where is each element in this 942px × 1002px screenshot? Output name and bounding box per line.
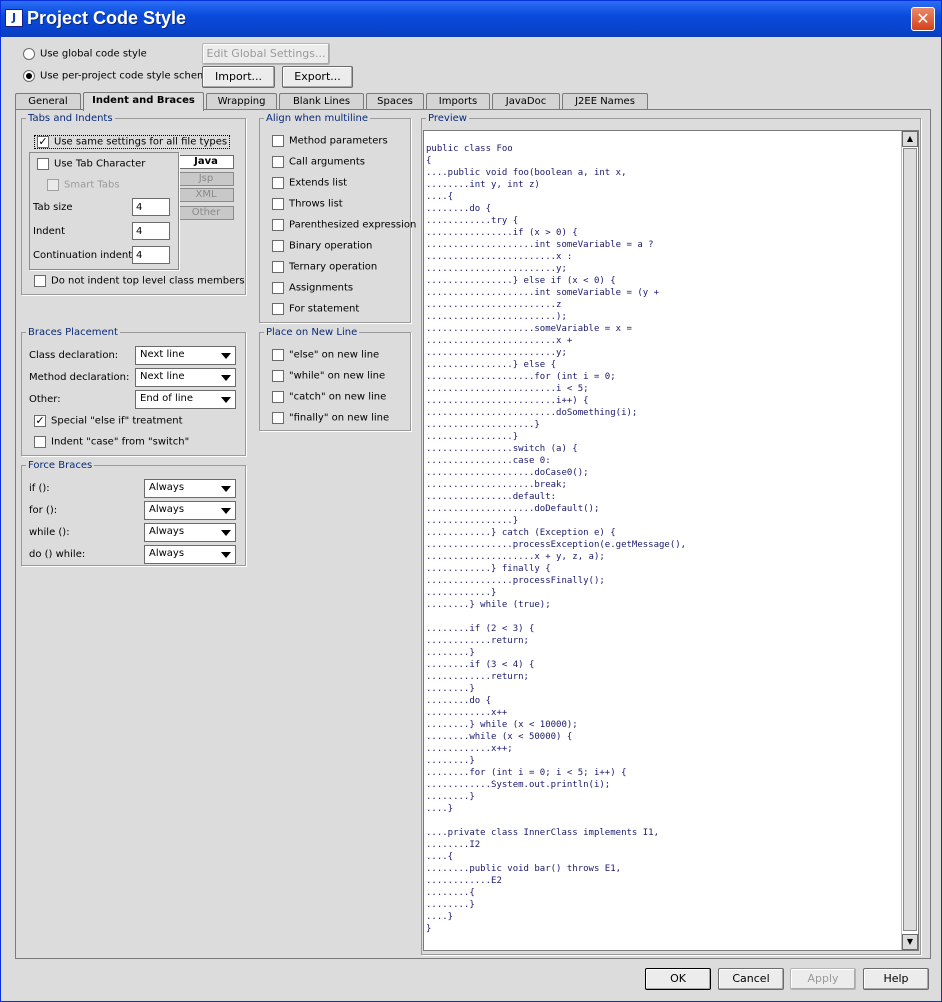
radio-global[interactable] (23, 48, 35, 60)
catch-new-line-checkbox[interactable]: "catch" on new line (272, 391, 386, 403)
project-code-style-dialog: J Project Code Style ✕ Use global code s… (0, 0, 942, 1002)
braces-placement-title: Braces Placement (28, 327, 118, 338)
same-settings-check[interactable]: ✓ (37, 136, 49, 148)
align-assignments-checkbox[interactable]: Assignments (272, 282, 353, 294)
scroll-up-icon[interactable]: ▲ (902, 131, 918, 147)
per-project-style-radio[interactable]: Use per-project code style scheme (23, 70, 213, 82)
continuation-indent-input[interactable] (132, 246, 170, 264)
finally-new-line-checkbox[interactable]: "finally" on new line (272, 412, 389, 424)
tab-size-input[interactable] (132, 198, 170, 216)
indent-label: Indent (33, 226, 66, 237)
align-for-statement-checkbox[interactable]: For statement (272, 303, 359, 315)
align-parenthesized-checkbox[interactable]: Parenthesized expression (272, 219, 416, 231)
chevron-down-icon (221, 375, 231, 381)
align-extends-list-checkbox[interactable]: Extends list (272, 177, 347, 189)
smart-tabs-check (47, 179, 59, 191)
if-label: if (): (29, 483, 50, 494)
tabs-and-indents-title: Tabs and Indents (28, 113, 113, 124)
filetype-tab-xml[interactable]: XML (178, 188, 234, 202)
window-title: Project Code Style (27, 8, 187, 28)
chevron-down-icon (221, 552, 231, 558)
chevron-down-icon (221, 353, 231, 359)
align-throws-list-checkbox[interactable]: Throws list (272, 198, 343, 210)
use-tab-character-check[interactable] (37, 158, 49, 170)
no-indent-top-level-check[interactable] (34, 275, 46, 287)
place-on-new-line-title: Place on New Line (266, 327, 358, 338)
special-else-if-check[interactable]: ✓ (34, 415, 46, 427)
close-button[interactable]: ✕ (911, 7, 935, 31)
force-while-select[interactable]: Always (144, 523, 236, 542)
app-icon: J (5, 9, 23, 27)
align-ternary-operation-checkbox[interactable]: Ternary operation (272, 261, 377, 273)
indent-case-check[interactable] (34, 436, 46, 448)
method-declaration-select[interactable]: Next line (135, 368, 236, 387)
filetype-tab-jsp[interactable]: Jsp (178, 172, 234, 186)
align-binary-operation-checkbox[interactable]: Binary operation (272, 240, 372, 252)
global-style-radio[interactable]: Use global code style (23, 48, 147, 60)
use-tab-character-checkbox[interactable]: Use Tab Character (37, 158, 145, 170)
same-settings-checkbox[interactable]: ✓ Use same settings for all file types (34, 135, 231, 149)
force-do-while-select[interactable]: Always (144, 545, 236, 564)
preview-scrollbar[interactable]: ▲ ▼ (901, 131, 918, 950)
apply-button[interactable]: Apply (790, 968, 856, 990)
tab-imports[interactable]: Imports (426, 93, 490, 110)
else-new-line-checkbox[interactable]: "else" on new line (272, 349, 379, 361)
preview-editor[interactable]: public class Foo { ....public void foo(b… (423, 130, 919, 951)
align-multiline-title: Align when multiline (266, 113, 369, 124)
other-label: Other: (29, 394, 61, 405)
class-declaration-label: Class declaration: (29, 350, 119, 361)
import-button[interactable]: Import... (202, 66, 275, 88)
while-label: while (): (29, 527, 70, 538)
special-else-if-checkbox[interactable]: ✓ Special "else if" treatment (34, 415, 183, 427)
indent-input[interactable] (132, 222, 170, 240)
other-braces-select[interactable]: End of line (135, 390, 236, 409)
chevron-down-icon (221, 486, 231, 492)
scroll-down-icon[interactable]: ▼ (902, 934, 918, 950)
method-declaration-label: Method declaration: (29, 372, 130, 383)
cancel-button[interactable]: Cancel (718, 968, 784, 990)
continuation-indent-label: Continuation indent (33, 250, 133, 261)
chevron-down-icon (221, 530, 231, 536)
tab-blank-lines[interactable]: Blank Lines (279, 93, 364, 110)
force-for-select[interactable]: Always (144, 501, 236, 520)
for-label: for (): (29, 505, 58, 516)
export-button[interactable]: Export... (282, 66, 353, 88)
indent-case-checkbox[interactable]: Indent "case" from "switch" (34, 436, 189, 448)
radio-per-project[interactable] (23, 70, 35, 82)
tab-general[interactable]: General (15, 93, 81, 110)
close-icon: ✕ (916, 9, 930, 28)
preview-title: Preview (428, 113, 467, 124)
edit-global-settings-button[interactable]: Edit Global Settings... (202, 43, 330, 65)
class-declaration-select[interactable]: Next line (135, 346, 236, 365)
scroll-thumb[interactable] (903, 148, 917, 931)
do-while-label: do () while: (29, 549, 86, 560)
force-braces-title: Force Braces (28, 460, 93, 471)
preview-code: public class Foo { ....public void foo(b… (426, 144, 687, 934)
no-indent-top-level-checkbox[interactable]: Do not indent top level class members (34, 275, 245, 287)
help-button[interactable]: Help (863, 968, 929, 990)
tab-spaces[interactable]: Spaces (366, 93, 424, 110)
force-if-select[interactable]: Always (144, 479, 236, 498)
tab-javadoc[interactable]: JavaDoc (492, 93, 560, 110)
align-call-arguments-checkbox[interactable]: Call arguments (272, 156, 365, 168)
filetype-tab-java[interactable]: Java (178, 155, 234, 169)
chevron-down-icon (221, 508, 231, 514)
chevron-down-icon (221, 397, 231, 403)
filetype-tab-other[interactable]: Other (178, 206, 234, 220)
tab-size-label: Tab size (33, 202, 73, 213)
align-method-parameters-checkbox[interactable]: Method parameters (272, 135, 388, 147)
tab-j2ee-names[interactable]: J2EE Names (562, 93, 648, 110)
tab-indent-and-braces[interactable]: Indent and Braces (83, 92, 204, 111)
tab-wrapping[interactable]: Wrapping (206, 93, 277, 110)
while-new-line-checkbox[interactable]: "while" on new line (272, 370, 385, 382)
title-bar[interactable]: J Project Code Style ✕ (1, 1, 941, 37)
smart-tabs-checkbox: Smart Tabs (47, 179, 120, 191)
ok-button[interactable]: OK (645, 968, 711, 990)
